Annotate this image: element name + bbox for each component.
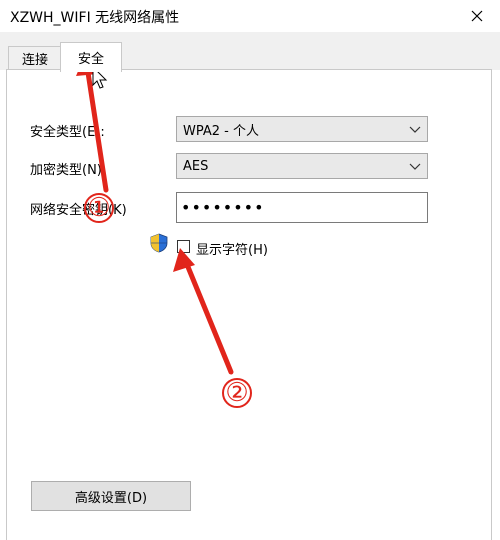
- show-chars-checkbox[interactable]: [177, 240, 190, 253]
- security-type-select[interactable]: WPA2 - 个人: [176, 116, 428, 142]
- title-bar: XZWH_WIFI 无线网络属性: [0, 0, 500, 32]
- shield-icon: [150, 233, 168, 253]
- chevron-down-icon: [409, 163, 421, 170]
- encryption-type-label: 加密类型(N):: [30, 163, 107, 178]
- window-title: XZWH_WIFI 无线网络属性: [10, 10, 180, 26]
- annotation-marker-1-text: ①: [87, 193, 111, 223]
- tab-connection[interactable]: 连接: [8, 46, 62, 70]
- network-key-input[interactable]: ••••••••: [176, 192, 428, 223]
- security-type-label: 安全类型(E):: [30, 125, 105, 140]
- annotation-marker-2-text: ②: [225, 378, 249, 408]
- show-chars-label: 显示字符(H): [196, 243, 268, 258]
- tab-connection-label: 连接: [21, 53, 48, 68]
- encryption-type-select[interactable]: AES: [176, 153, 428, 179]
- annotation-marker-2: ②: [222, 378, 252, 408]
- chevron-down-icon: [409, 126, 421, 133]
- tab-security-label: 安全: [77, 52, 104, 67]
- annotation-marker-1: ①: [84, 193, 114, 223]
- close-icon: [471, 10, 483, 22]
- security-type-value: WPA2 - 个人: [183, 123, 259, 139]
- tab-strip: 连接 安全: [0, 32, 500, 72]
- encryption-type-value: AES: [183, 158, 209, 174]
- advanced-settings-button[interactable]: 高级设置(D): [31, 481, 191, 511]
- tab-security[interactable]: 安全: [60, 42, 122, 72]
- advanced-settings-label: 高级设置(D): [74, 490, 148, 506]
- close-button[interactable]: [454, 0, 500, 32]
- network-key-value: ••••••••: [181, 198, 265, 217]
